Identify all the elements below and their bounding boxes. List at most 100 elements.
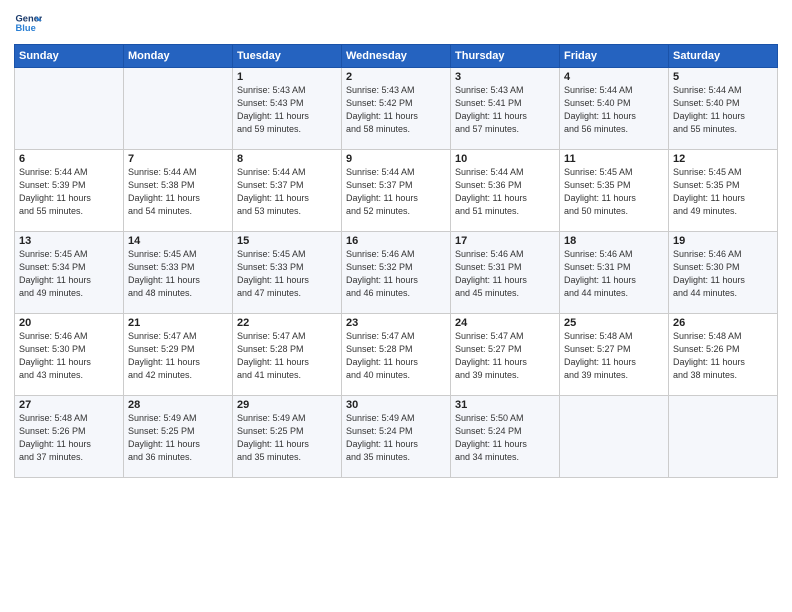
day-number: 19 <box>673 235 773 247</box>
calendar-cell: 25Sunrise: 5:48 AM Sunset: 5:27 PM Dayli… <box>560 314 669 396</box>
day-info: Sunrise: 5:43 AM Sunset: 5:43 PM Dayligh… <box>237 84 337 136</box>
calendar-cell: 11Sunrise: 5:45 AM Sunset: 5:35 PM Dayli… <box>560 150 669 232</box>
calendar-cell <box>669 396 778 478</box>
calendar-cell: 16Sunrise: 5:46 AM Sunset: 5:32 PM Dayli… <box>342 232 451 314</box>
calendar-cell: 14Sunrise: 5:45 AM Sunset: 5:33 PM Dayli… <box>124 232 233 314</box>
day-info: Sunrise: 5:47 AM Sunset: 5:28 PM Dayligh… <box>237 330 337 382</box>
day-info: Sunrise: 5:46 AM Sunset: 5:32 PM Dayligh… <box>346 248 446 300</box>
day-number: 14 <box>128 235 228 247</box>
day-info: Sunrise: 5:46 AM Sunset: 5:30 PM Dayligh… <box>673 248 773 300</box>
day-number: 20 <box>19 317 119 329</box>
weekday-header-sunday: Sunday <box>15 45 124 68</box>
logo: General Blue <box>14 10 46 38</box>
calendar-cell: 13Sunrise: 5:45 AM Sunset: 5:34 PM Dayli… <box>15 232 124 314</box>
day-number: 25 <box>564 317 664 329</box>
day-info: Sunrise: 5:48 AM Sunset: 5:27 PM Dayligh… <box>564 330 664 382</box>
weekday-header-tuesday: Tuesday <box>233 45 342 68</box>
day-number: 28 <box>128 399 228 411</box>
calendar-table: SundayMondayTuesdayWednesdayThursdayFrid… <box>14 44 778 478</box>
calendar-cell <box>124 68 233 150</box>
day-info: Sunrise: 5:44 AM Sunset: 5:40 PM Dayligh… <box>564 84 664 136</box>
day-number: 15 <box>237 235 337 247</box>
day-info: Sunrise: 5:47 AM Sunset: 5:28 PM Dayligh… <box>346 330 446 382</box>
day-info: Sunrise: 5:45 AM Sunset: 5:33 PM Dayligh… <box>128 248 228 300</box>
day-info: Sunrise: 5:43 AM Sunset: 5:42 PM Dayligh… <box>346 84 446 136</box>
calendar-cell: 21Sunrise: 5:47 AM Sunset: 5:29 PM Dayli… <box>124 314 233 396</box>
day-info: Sunrise: 5:46 AM Sunset: 5:31 PM Dayligh… <box>564 248 664 300</box>
day-info: Sunrise: 5:46 AM Sunset: 5:31 PM Dayligh… <box>455 248 555 300</box>
calendar-cell: 6Sunrise: 5:44 AM Sunset: 5:39 PM Daylig… <box>15 150 124 232</box>
calendar-cell: 19Sunrise: 5:46 AM Sunset: 5:30 PM Dayli… <box>669 232 778 314</box>
day-number: 30 <box>346 399 446 411</box>
calendar-cell: 8Sunrise: 5:44 AM Sunset: 5:37 PM Daylig… <box>233 150 342 232</box>
day-info: Sunrise: 5:44 AM Sunset: 5:40 PM Dayligh… <box>673 84 773 136</box>
day-info: Sunrise: 5:44 AM Sunset: 5:36 PM Dayligh… <box>455 166 555 218</box>
day-number: 6 <box>19 153 119 165</box>
calendar-cell: 4Sunrise: 5:44 AM Sunset: 5:40 PM Daylig… <box>560 68 669 150</box>
calendar-cell: 24Sunrise: 5:47 AM Sunset: 5:27 PM Dayli… <box>451 314 560 396</box>
day-info: Sunrise: 5:44 AM Sunset: 5:37 PM Dayligh… <box>237 166 337 218</box>
day-info: Sunrise: 5:47 AM Sunset: 5:27 PM Dayligh… <box>455 330 555 382</box>
day-info: Sunrise: 5:49 AM Sunset: 5:25 PM Dayligh… <box>128 412 228 464</box>
day-info: Sunrise: 5:49 AM Sunset: 5:25 PM Dayligh… <box>237 412 337 464</box>
day-info: Sunrise: 5:45 AM Sunset: 5:35 PM Dayligh… <box>673 166 773 218</box>
day-number: 11 <box>564 153 664 165</box>
calendar-cell: 23Sunrise: 5:47 AM Sunset: 5:28 PM Dayli… <box>342 314 451 396</box>
calendar-cell <box>15 68 124 150</box>
day-info: Sunrise: 5:45 AM Sunset: 5:34 PM Dayligh… <box>19 248 119 300</box>
day-number: 10 <box>455 153 555 165</box>
day-info: Sunrise: 5:50 AM Sunset: 5:24 PM Dayligh… <box>455 412 555 464</box>
day-number: 1 <box>237 71 337 83</box>
day-info: Sunrise: 5:45 AM Sunset: 5:35 PM Dayligh… <box>564 166 664 218</box>
calendar-cell: 2Sunrise: 5:43 AM Sunset: 5:42 PM Daylig… <box>342 68 451 150</box>
calendar-cell: 31Sunrise: 5:50 AM Sunset: 5:24 PM Dayli… <box>451 396 560 478</box>
day-number: 4 <box>564 71 664 83</box>
weekday-header-thursday: Thursday <box>451 45 560 68</box>
day-number: 29 <box>237 399 337 411</box>
calendar-cell: 7Sunrise: 5:44 AM Sunset: 5:38 PM Daylig… <box>124 150 233 232</box>
day-number: 31 <box>455 399 555 411</box>
day-number: 17 <box>455 235 555 247</box>
weekday-header-wednesday: Wednesday <box>342 45 451 68</box>
day-number: 5 <box>673 71 773 83</box>
weekday-header-saturday: Saturday <box>669 45 778 68</box>
day-number: 9 <box>346 153 446 165</box>
calendar-cell: 20Sunrise: 5:46 AM Sunset: 5:30 PM Dayli… <box>15 314 124 396</box>
svg-text:Blue: Blue <box>16 23 36 33</box>
logo-icon: General Blue <box>14 10 42 38</box>
calendar-cell: 30Sunrise: 5:49 AM Sunset: 5:24 PM Dayli… <box>342 396 451 478</box>
day-number: 3 <box>455 71 555 83</box>
calendar-cell: 5Sunrise: 5:44 AM Sunset: 5:40 PM Daylig… <box>669 68 778 150</box>
day-number: 24 <box>455 317 555 329</box>
calendar-cell: 17Sunrise: 5:46 AM Sunset: 5:31 PM Dayli… <box>451 232 560 314</box>
calendar-cell: 10Sunrise: 5:44 AM Sunset: 5:36 PM Dayli… <box>451 150 560 232</box>
day-number: 13 <box>19 235 119 247</box>
day-info: Sunrise: 5:44 AM Sunset: 5:38 PM Dayligh… <box>128 166 228 218</box>
day-number: 16 <box>346 235 446 247</box>
calendar-cell: 27Sunrise: 5:48 AM Sunset: 5:26 PM Dayli… <box>15 396 124 478</box>
day-number: 21 <box>128 317 228 329</box>
day-info: Sunrise: 5:44 AM Sunset: 5:39 PM Dayligh… <box>19 166 119 218</box>
calendar-cell: 12Sunrise: 5:45 AM Sunset: 5:35 PM Dayli… <box>669 150 778 232</box>
day-number: 23 <box>346 317 446 329</box>
day-info: Sunrise: 5:47 AM Sunset: 5:29 PM Dayligh… <box>128 330 228 382</box>
day-number: 2 <box>346 71 446 83</box>
calendar-cell: 3Sunrise: 5:43 AM Sunset: 5:41 PM Daylig… <box>451 68 560 150</box>
day-info: Sunrise: 5:43 AM Sunset: 5:41 PM Dayligh… <box>455 84 555 136</box>
day-number: 8 <box>237 153 337 165</box>
weekday-header-monday: Monday <box>124 45 233 68</box>
day-number: 26 <box>673 317 773 329</box>
day-number: 7 <box>128 153 228 165</box>
calendar-cell: 9Sunrise: 5:44 AM Sunset: 5:37 PM Daylig… <box>342 150 451 232</box>
calendar-cell: 29Sunrise: 5:49 AM Sunset: 5:25 PM Dayli… <box>233 396 342 478</box>
calendar-cell: 18Sunrise: 5:46 AM Sunset: 5:31 PM Dayli… <box>560 232 669 314</box>
calendar-cell: 1Sunrise: 5:43 AM Sunset: 5:43 PM Daylig… <box>233 68 342 150</box>
day-number: 12 <box>673 153 773 165</box>
calendar-cell <box>560 396 669 478</box>
day-info: Sunrise: 5:49 AM Sunset: 5:24 PM Dayligh… <box>346 412 446 464</box>
calendar-cell: 22Sunrise: 5:47 AM Sunset: 5:28 PM Dayli… <box>233 314 342 396</box>
day-number: 27 <box>19 399 119 411</box>
day-number: 22 <box>237 317 337 329</box>
day-info: Sunrise: 5:48 AM Sunset: 5:26 PM Dayligh… <box>19 412 119 464</box>
day-info: Sunrise: 5:45 AM Sunset: 5:33 PM Dayligh… <box>237 248 337 300</box>
